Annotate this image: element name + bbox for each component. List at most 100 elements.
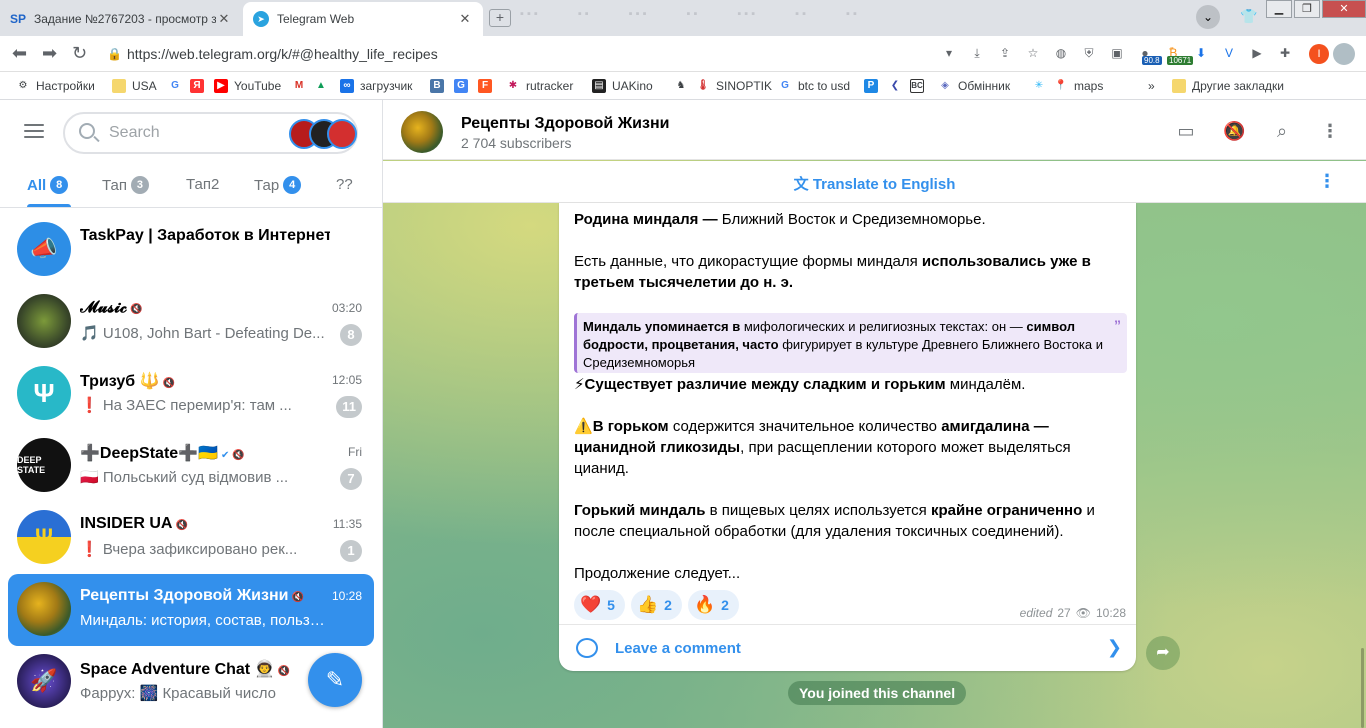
tab-tap2[interactable]: Тап2 — [186, 176, 219, 193]
bookmark-uakino[interactable]: ▤ UAKino — [592, 72, 674, 100]
chat-item-recipes[interactable]: Рецепты Здоровой Жизни 🔇 10:28 Миндаль: и… — [8, 574, 374, 646]
maximize-icon[interactable]: ❐ — [1294, 0, 1320, 18]
chat-time: 12:05 — [331, 373, 362, 387]
minimize-icon[interactable]: ▁ — [1266, 0, 1292, 18]
close-tab-icon[interactable]: ✕ — [457, 11, 473, 27]
tab-tap[interactable]: Тап 3 — [102, 176, 149, 194]
dropdown-icon[interactable]: ▾ — [940, 44, 958, 62]
bookmark-exchanger[interactable]: ◈ Обмінник — [938, 72, 1032, 100]
browser-tab-telegram[interactable]: ➤ Telegram Web ✕ — [243, 2, 483, 36]
bookmark-star-icon[interactable]: ☆ — [1024, 44, 1042, 62]
bookmark-f[interactable]: F — [478, 72, 506, 100]
tab-all[interactable]: All 8 — [27, 176, 69, 194]
mute-bell-icon[interactable]: 🔕 — [1223, 120, 1245, 142]
bookmark-other[interactable]: Другие закладки — [1172, 72, 1284, 100]
bookmark-star[interactable]: ✳ — [1032, 72, 1054, 100]
more-bookmarks-icon[interactable]: » — [1148, 72, 1172, 100]
chat-preview: ❗ На ЗАЕС переми‌р'я: там ... — [80, 397, 292, 414]
unread-badge: 7 — [340, 468, 362, 490]
bookmark-settings[interactable]: ⚙ Настройки — [16, 72, 112, 100]
translate-bar[interactable]: 文 Translate to English ⋮ — [383, 161, 1366, 203]
message-meta: edited 27 👁 10:28 — [1020, 606, 1126, 620]
reaction-thumbs-up[interactable]: 👍 2 — [630, 590, 682, 620]
bookmark-btc[interactable]: Gbtc to usd — [778, 72, 864, 100]
new-tab-button[interactable]: + — [489, 9, 511, 27]
bookmark-usa[interactable]: USA — [112, 72, 168, 100]
download-icon[interactable]: ⬇ — [1192, 44, 1210, 62]
map-pin-icon: 📍 — [1054, 80, 1068, 91]
close-window-icon[interactable]: ✕ — [1322, 0, 1366, 18]
message-paragraph: ⚠️В горьком содержится значительное коли… — [574, 418, 1071, 477]
user-avatar[interactable] — [1333, 43, 1355, 65]
avatar — [17, 294, 71, 348]
tab-qq[interactable]: ?? — [336, 176, 353, 193]
comments-icon[interactable]: ▭ — [1175, 120, 1197, 142]
tab-tar[interactable]: Тар 4 — [254, 176, 302, 194]
share-button[interactable]: ➦ — [1146, 636, 1180, 670]
chat-name: ➕DeepState➕🇺🇦 — [80, 445, 219, 462]
globe-icon[interactable]: ◍ — [1052, 44, 1070, 62]
bookmark-chess[interactable]: ♞ — [674, 72, 696, 100]
chat-item-taskpay[interactable]: 📣 TaskPay | Заработок в Интернете🔇 — [8, 214, 374, 286]
share-icon[interactable]: ⇪ — [996, 44, 1014, 62]
url-field[interactable]: 🔒 https://web.telegram.org/k/#@healthy_l… — [107, 41, 957, 67]
ublock-icon[interactable]: ⛨ — [1080, 44, 1098, 62]
reaction-heart[interactable]: ❤️ 5 — [574, 590, 625, 620]
bookmark-sinoptik[interactable]: 🌡 SINOPTIK — [696, 72, 778, 100]
close-tab-icon[interactable]: ✕ — [216, 11, 232, 27]
reload-icon[interactable]: ↻ — [72, 43, 87, 64]
vk-icon: В — [430, 78, 444, 93]
muted-icon: 🔇 — [291, 592, 304, 603]
chat-preview: Миндаль: история, состав, польза, ... — [80, 612, 330, 629]
translate-options-icon[interactable]: ⋮ — [1318, 171, 1336, 192]
chat-item-insider[interactable]: Ψ INSIDER UA 🔇 11:35 ❗ Вчера зафиксирован… — [8, 502, 374, 574]
vpn-icon[interactable]: V — [1220, 44, 1238, 62]
story-avatar[interactable] — [327, 119, 357, 149]
more-options-icon[interactable]: ⋮ — [1319, 120, 1341, 142]
bookmark-bc[interactable]: BC — [910, 72, 938, 100]
browser-tab-task[interactable]: SP Задание №2767203 - просмотр за ✕ — [0, 2, 242, 36]
bookmark-p[interactable]: P — [864, 72, 888, 100]
bookmark-rutracker[interactable]: ✱ rutracker — [506, 72, 592, 100]
bookmark-drive[interactable]: ▲ — [314, 72, 340, 100]
search-icon — [79, 123, 95, 139]
extension-icon[interactable]: ▶ — [1248, 44, 1266, 62]
scrollbar[interactable] — [1361, 648, 1364, 728]
bookmark-gmail[interactable]: M — [292, 72, 314, 100]
active-tab-indicator — [27, 204, 71, 207]
forward-icon[interactable]: ➡ — [42, 43, 57, 64]
chess-icon: ♞ — [676, 80, 686, 91]
bookmark-arrow[interactable]: ❮ — [888, 72, 910, 100]
new-message-button[interactable]: ✎ — [308, 653, 362, 707]
bookmark-google[interactable]: G — [168, 72, 190, 100]
bookmark-translate[interactable]: G — [454, 72, 478, 100]
back-icon[interactable]: ⬅ — [12, 43, 27, 64]
chat-header[interactable]: Рецепты Здоровой Жизни 2 704 subscribers… — [383, 100, 1366, 160]
extension-icon[interactable]: ▣ — [1108, 44, 1126, 62]
chat-time: Fri — [348, 445, 362, 459]
chat-name: INSIDER UA — [80, 515, 173, 532]
chat-item-deepstate[interactable]: DEEP STATE ➕DeepState➕🇺🇦 ✔ 🔇 Fri 🇵🇱 Польсь… — [8, 430, 374, 502]
tab-search-icon[interactable]: ⌄ — [1196, 5, 1220, 29]
bookmark-downloader[interactable]: ∞ загрузчик — [340, 72, 430, 100]
eye-icon: 👁 — [1075, 606, 1091, 620]
subscriber-count: 2 704 subscribers — [461, 135, 572, 151]
profile-avatar[interactable]: I — [1309, 44, 1329, 64]
chat-item-tryzub[interactable]: Ψ Тризуб 🔱 🔇 12:05 ❗ На ЗАЕС переми‌р'я: … — [8, 358, 374, 430]
bookmark-maps[interactable]: 📍 maps — [1054, 72, 1148, 100]
reaction-fire[interactable]: 🔥 2 — [687, 590, 739, 620]
bookmark-youtube[interactable]: ▶ YouTube — [214, 72, 292, 100]
chat-item-music[interactable]: 𝓜𝓾𝓼𝓲𝓬 🔇 03:20 🎵 U108, John Bart - Defeati… — [8, 286, 374, 358]
bookmark-vk[interactable]: В — [430, 72, 454, 100]
search-input[interactable]: Search — [63, 112, 358, 154]
download-page-icon[interactable]: ⤓ — [968, 44, 986, 62]
menu-icon[interactable] — [24, 124, 44, 138]
customize-icon[interactable]: 👕 — [1240, 8, 1257, 25]
deepstate-logo: DEEP STATE — [17, 438, 71, 492]
search-icon[interactable]: ⌕ — [1271, 120, 1293, 142]
bookmark-yandex[interactable]: Я — [190, 72, 214, 100]
chat-time: 03:20 — [331, 301, 362, 315]
puzzle-icon[interactable]: ✚ — [1276, 44, 1294, 62]
leave-comment-button[interactable]: Leave a comment ❯ — [559, 624, 1136, 671]
channel-avatar[interactable] — [401, 111, 443, 153]
